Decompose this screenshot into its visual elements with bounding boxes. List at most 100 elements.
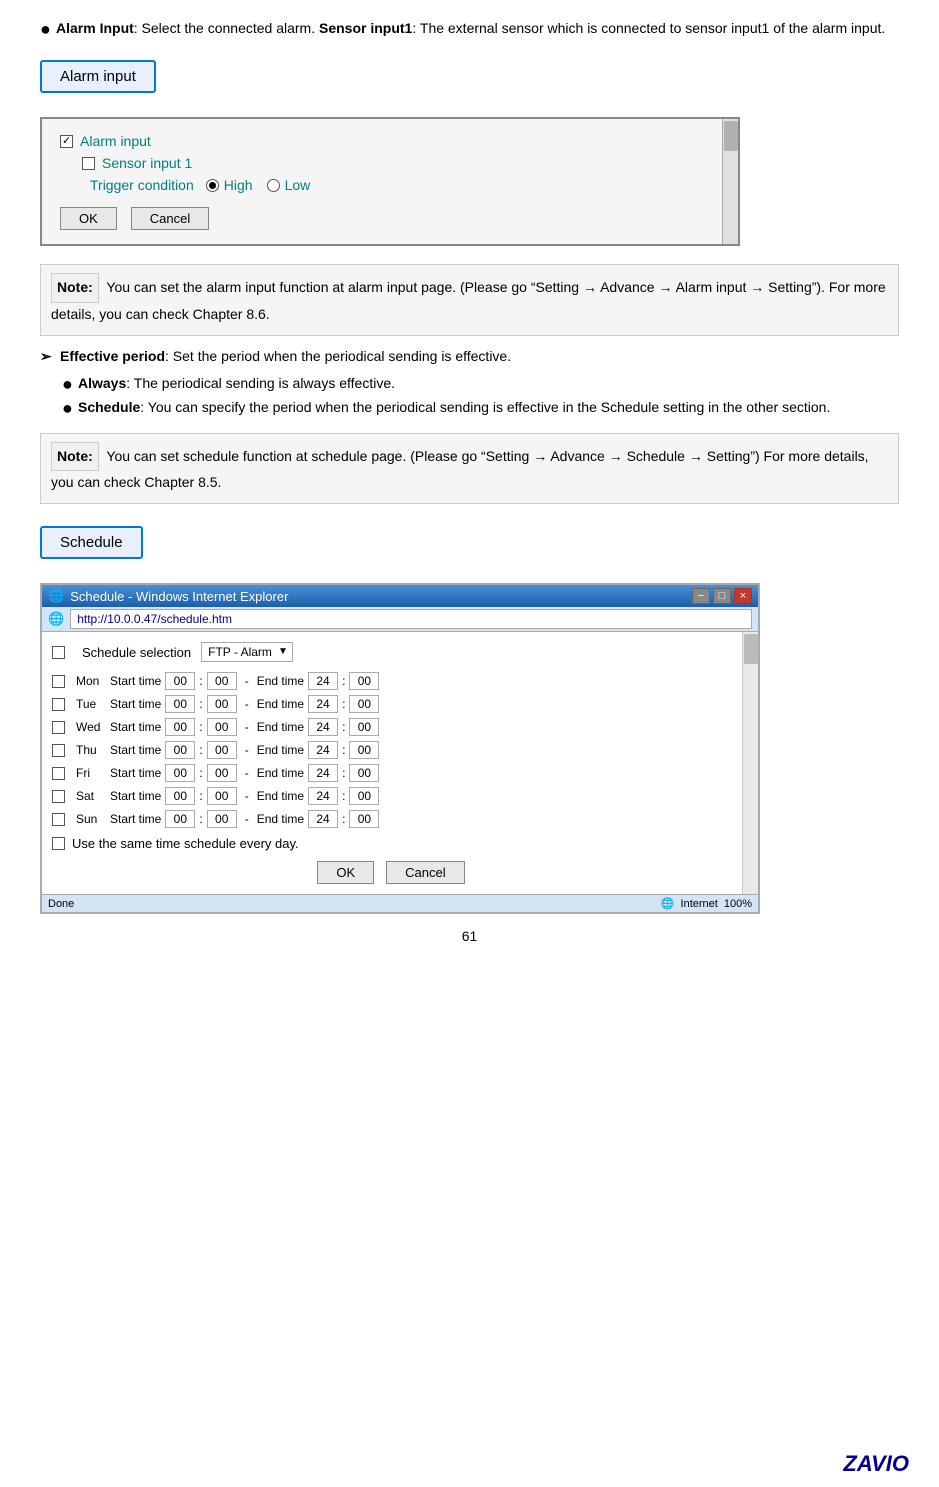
end-time-label-sun: End time <box>257 812 304 826</box>
start-min-wed[interactable] <box>207 718 237 736</box>
ie-schedule-window: 🌐 Schedule - Windows Internet Explorer −… <box>40 583 760 914</box>
always-bullet: ● Always: The periodical sending is alwa… <box>62 375 899 393</box>
schedule-day-row: Sat Start time : - End time : <box>52 787 730 805</box>
alarm-input-checkbox[interactable] <box>60 135 73 148</box>
sensor-input1-checkbox-row[interactable]: Sensor input 1 <box>82 155 702 171</box>
ie-maximize-button[interactable]: □ <box>713 588 731 604</box>
sensor-input1-label: Sensor input1 <box>319 20 412 36</box>
end-hour-tue[interactable] <box>308 695 338 713</box>
start-time-label-tue: Start time <box>110 697 161 711</box>
alarm-input-text: Alarm Input: Select the connected alarm.… <box>56 20 885 38</box>
start-hour-tue[interactable] <box>165 695 195 713</box>
ie-address-input[interactable]: http://10.0.0.47/schedule.htm <box>70 609 752 629</box>
day-checkbox-fri[interactable] <box>52 767 65 780</box>
day-checkbox-tue[interactable] <box>52 698 65 711</box>
note1-text: You can set the alarm input function at … <box>51 279 886 322</box>
same-time-checkbox[interactable] <box>52 837 65 850</box>
schedule-day-row: Tue Start time : - End time : <box>52 695 730 713</box>
start-hour-thu[interactable] <box>165 741 195 759</box>
start-min-mon[interactable] <box>207 672 237 690</box>
effective-period-bullets: ● Always: The periodical sending is alwa… <box>62 375 899 417</box>
colon2-mon: : <box>342 674 345 688</box>
start-hour-sat[interactable] <box>165 787 195 805</box>
end-min-wed[interactable] <box>349 718 379 736</box>
end-min-sun[interactable] <box>349 810 379 828</box>
dash-fri: - <box>245 766 249 780</box>
colon2-sun: : <box>342 812 345 826</box>
ie-statusbar: Done 🌐 Internet 100% <box>42 894 758 912</box>
alarm-ok-button[interactable]: OK <box>60 207 117 230</box>
colon1-tue: : <box>199 697 202 711</box>
schedule-dropdown[interactable]: FTP - Alarm ▼ <box>201 642 293 662</box>
colon2-fri: : <box>342 766 345 780</box>
schedule-bullet: ● Schedule: You can specify the period w… <box>62 399 899 417</box>
start-time-label-sat: Start time <box>110 789 161 803</box>
end-min-sat[interactable] <box>349 787 379 805</box>
colon2-wed: : <box>342 720 345 734</box>
sensor-input1-checkbox[interactable] <box>82 157 95 170</box>
day-label-fri: Fri <box>76 766 106 780</box>
end-hour-sun[interactable] <box>308 810 338 828</box>
ie-cancel-button[interactable]: Cancel <box>386 861 464 884</box>
sensor-input1-dialog-label: Sensor input 1 <box>102 155 192 171</box>
note2-box: Note: You can set schedule function at s… <box>40 433 899 505</box>
ie-close-button[interactable]: × <box>734 588 752 604</box>
day-label-mon: Mon <box>76 674 106 688</box>
alarm-dialog-buttons: OK Cancel <box>60 207 702 230</box>
ie-minimize-button[interactable]: − <box>692 588 710 604</box>
start-hour-sun[interactable] <box>165 810 195 828</box>
start-hour-mon[interactable] <box>165 672 195 690</box>
ie-scrollbar[interactable] <box>742 632 758 894</box>
colon1-sat: : <box>199 789 202 803</box>
ie-ok-button[interactable]: OK <box>317 861 374 884</box>
schedule-button[interactable]: Schedule <box>40 526 143 559</box>
day-checkbox-sat[interactable] <box>52 790 65 803</box>
start-min-sat[interactable] <box>207 787 237 805</box>
schedule-bullet-dot: ● <box>62 399 78 417</box>
low-radio-button[interactable] <box>267 179 280 192</box>
day-label-sun: Sun <box>76 812 106 826</box>
end-hour-fri[interactable] <box>308 764 338 782</box>
end-min-tue[interactable] <box>349 695 379 713</box>
day-checkbox-thu[interactable] <box>52 744 65 757</box>
low-radio[interactable]: Low <box>267 177 311 193</box>
high-radio[interactable]: High <box>206 177 253 193</box>
end-min-mon[interactable] <box>349 672 379 690</box>
always-text: Always: The periodical sending is always… <box>78 375 395 393</box>
day-label-sat: Sat <box>76 789 106 803</box>
ie-page-icon: 🌐 <box>48 611 64 627</box>
schedule-day-row: Mon Start time : - End time : <box>52 672 730 690</box>
start-min-tue[interactable] <box>207 695 237 713</box>
end-hour-mon[interactable] <box>308 672 338 690</box>
zavio-logo: ZAVIO <box>843 1451 909 1477</box>
day-checkbox-sun[interactable] <box>52 813 65 826</box>
start-min-fri[interactable] <box>207 764 237 782</box>
end-hour-thu[interactable] <box>308 741 338 759</box>
alarm-input-button[interactable]: Alarm input <box>40 60 156 93</box>
day-checkbox-wed[interactable] <box>52 721 65 734</box>
end-hour-sat[interactable] <box>308 787 338 805</box>
end-min-fri[interactable] <box>349 764 379 782</box>
day-checkbox-mon[interactable] <box>52 675 65 688</box>
alarm-input-checkbox-row[interactable]: Alarm input <box>60 133 702 149</box>
colon1-sun: : <box>199 812 202 826</box>
note1-box: Note: You can set the alarm input functi… <box>40 264 899 336</box>
end-hour-wed[interactable] <box>308 718 338 736</box>
schedule-selection-checkbox[interactable] <box>52 646 65 659</box>
start-hour-fri[interactable] <box>165 764 195 782</box>
dialog-scrollbar[interactable] <box>722 119 738 244</box>
alarm-cancel-button[interactable]: Cancel <box>131 207 209 230</box>
bullet-dot: ● <box>40 20 56 38</box>
same-time-label: Use the same time schedule every day. <box>72 836 299 851</box>
ie-internet-icon: 🌐 <box>661 897 675 910</box>
end-min-thu[interactable] <box>349 741 379 759</box>
trigger-radio-group: High Low <box>206 177 324 193</box>
trigger-condition-row: Trigger condition High Low <box>90 177 702 193</box>
start-min-thu[interactable] <box>207 741 237 759</box>
ie-window-icon: 🌐 <box>48 588 64 604</box>
start-hour-wed[interactable] <box>165 718 195 736</box>
end-time-label-sat: End time <box>257 789 304 803</box>
dash-wed: - <box>245 720 249 734</box>
high-radio-button[interactable] <box>206 179 219 192</box>
start-min-sun[interactable] <box>207 810 237 828</box>
